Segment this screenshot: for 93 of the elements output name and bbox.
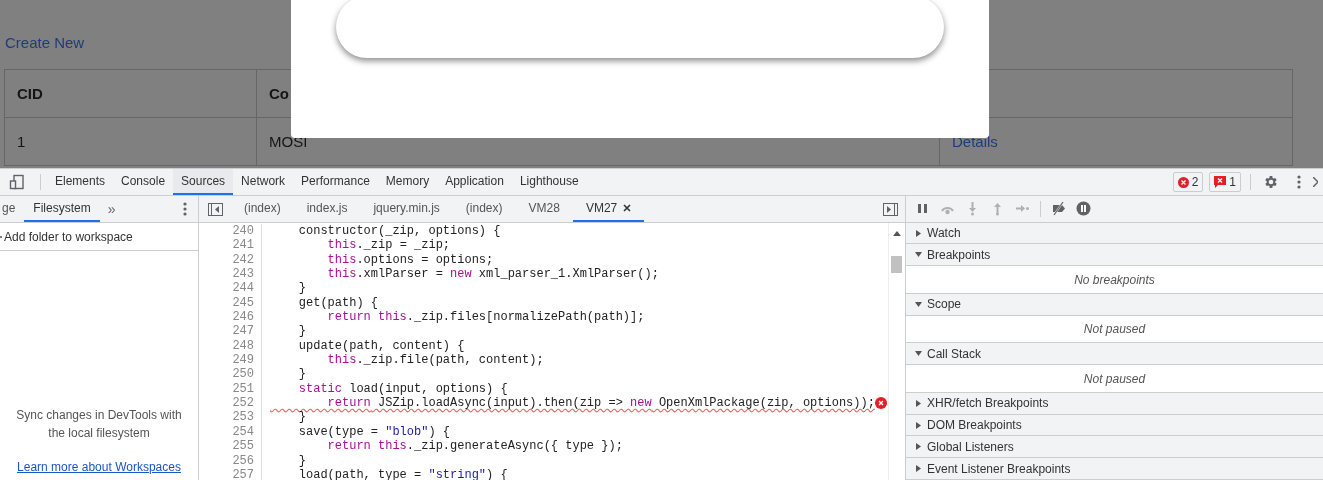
expanded-triangle-icon	[915, 251, 922, 259]
code-line: }	[297, 367, 306, 382]
column-header: CID	[4, 69, 257, 118]
devtools-tab[interactable]: Sources	[173, 169, 234, 195]
devtools-tab[interactable]: Application	[437, 169, 512, 195]
devtools-tab[interactable]: Console	[113, 169, 174, 195]
line-number: 251	[199, 381, 262, 397]
line-number: 256	[199, 453, 262, 468]
scroll-up-icon[interactable]	[893, 231, 901, 236]
file-tab[interactable]: VM28	[515, 196, 573, 222]
line-number: 254	[199, 424, 262, 440]
table-cell: 1	[4, 117, 257, 166]
devtools-tab[interactable]: Elements	[47, 169, 114, 195]
device-toolbar-icon[interactable]	[9, 174, 25, 190]
section-header[interactable]: XHR/fetch Breakpoints	[906, 392, 1323, 415]
section-message: No breakpoints	[906, 266, 1323, 294]
line-number: 253	[199, 410, 262, 425]
code-line: constructor(_zip, options) {	[297, 224, 501, 239]
line-number: 245	[199, 295, 262, 311]
collapsed-triangle-icon	[915, 421, 922, 429]
collapsed-triangle-icon	[915, 443, 922, 451]
file-tab[interactable]: (index)	[452, 196, 516, 222]
toggle-debugger-icon[interactable]	[882, 202, 898, 216]
line-number: 248	[199, 338, 262, 354]
line-number: 249	[199, 353, 262, 368]
error-icon	[1177, 176, 1189, 188]
add-folder-action[interactable]: Add folder to workspace	[4, 229, 133, 244]
workspaces-link[interactable]: Learn more about Workspaces	[17, 460, 181, 474]
file-tab[interactable]: jquery.min.js	[360, 196, 453, 222]
devtools-tab[interactable]: Performance	[293, 169, 378, 195]
code-line: }	[297, 324, 306, 339]
section-message: Not paused	[906, 365, 1323, 393]
line-number: 246	[199, 310, 262, 325]
more-options-icon[interactable]	[1297, 175, 1301, 189]
error-count: 2	[1191, 175, 1199, 189]
line-number: 257	[199, 467, 262, 480]
scrollbar-thumb[interactable]	[891, 256, 902, 273]
navigator-tab[interactable]: ge	[0, 196, 25, 222]
line-number: 241	[199, 238, 262, 253]
scrollbar[interactable]	[888, 223, 905, 480]
collapsed-triangle-icon	[915, 399, 922, 407]
line-number: 255	[199, 439, 262, 454]
code-line: this._zip = _zip;	[326, 238, 451, 253]
navigator-tab[interactable]: Filesystem	[24, 196, 100, 222]
collapsed-triangle-icon	[915, 465, 922, 473]
line-number: 244	[199, 281, 262, 296]
code-line: this.xmlParser = new xml_parser_1.XmlParser();	[326, 267, 659, 282]
section-message: Not paused	[906, 315, 1323, 344]
more-tabs-button[interactable]: »	[99, 196, 124, 222]
section-header[interactable]: Scope	[906, 293, 1323, 316]
line-number: 242	[199, 252, 262, 268]
line-number: 252	[199, 396, 262, 411]
expanded-triangle-icon	[915, 350, 922, 358]
line-number: 243	[199, 267, 262, 282]
devtools-tab[interactable]: Lighthouse	[511, 169, 587, 195]
issue-icon	[1214, 176, 1227, 188]
code-line: static load(input, options) {	[297, 381, 508, 397]
code-line: load(path, type = "string") {	[297, 467, 508, 480]
code-line: update(path, content) {	[297, 338, 465, 354]
section-header[interactable]: Watch	[906, 222, 1323, 245]
expanded-triangle-icon	[915, 300, 922, 308]
code-line: }	[297, 453, 306, 468]
code-line: this.options = options;	[326, 252, 494, 268]
issue-count: 1	[1229, 175, 1236, 189]
more-options-icon[interactable]	[183, 202, 187, 216]
code-line: save(type = "blob") {	[297, 424, 451, 440]
code-line: get(path) {	[297, 295, 379, 311]
error-icon	[874, 397, 887, 410]
line-number: 247	[199, 324, 262, 339]
pause-exceptions-icon[interactable]	[1076, 201, 1091, 217]
toggle-navigator-icon[interactable]	[207, 202, 223, 216]
code-line: return this._zip.files[normalizePath(path)];	[326, 310, 645, 325]
sync-message: Sync changes in DevTools with the local filesystem	[15, 407, 183, 442]
settings-icon[interactable]	[1263, 174, 1279, 190]
line-number: 250	[199, 367, 262, 382]
devtools-tab[interactable]: Network	[233, 169, 294, 195]
section-header[interactable]: DOM Breakpoints	[906, 414, 1323, 437]
devtools-tab[interactable]: Memory	[377, 169, 438, 195]
code-line: }	[297, 410, 306, 425]
file-tab[interactable]: (index)	[231, 196, 294, 222]
file-tab[interactable]: VM27	[572, 196, 645, 222]
issue-count-badge[interactable]: 1	[1209, 172, 1241, 192]
section-header[interactable]: Global Listeners	[906, 436, 1323, 459]
code-line: }	[297, 281, 306, 296]
code-line: return this._zip.generateAsync({ type });	[326, 439, 623, 454]
error-count-badge[interactable]: 2	[1172, 172, 1204, 192]
collapsed-triangle-icon	[915, 229, 922, 237]
file-tab[interactable]: index.js	[293, 196, 361, 222]
line-number: 240	[199, 224, 262, 239]
code-line: this._zip.file(path, content);	[326, 353, 544, 368]
deactivate-breakpoints-icon[interactable]	[1051, 201, 1066, 217]
section-header[interactable]: Event Listener Breakpoints	[906, 458, 1323, 480]
code-line: return JSZip.loadAsync(input).then(zip => new OpenXmlPackage(zip, options));	[326, 396, 875, 411]
